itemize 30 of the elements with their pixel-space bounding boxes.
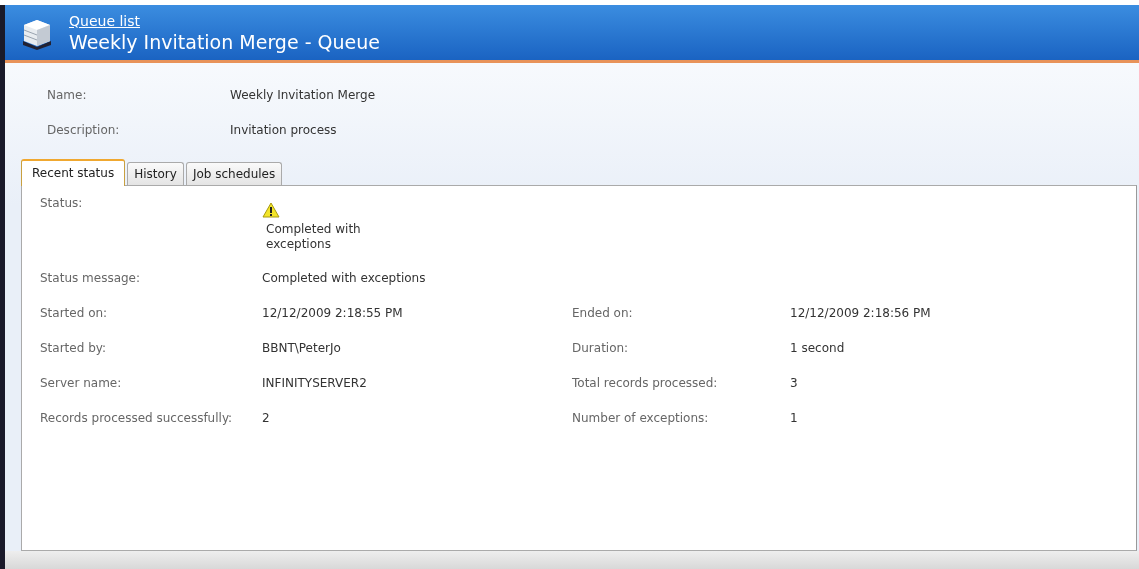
field-value: 1 bbox=[790, 410, 799, 425]
field-value: BBNT\PeterJo bbox=[262, 340, 342, 355]
field-value: 12/12/2009 2:18:55 PM bbox=[262, 305, 404, 320]
status-text: Completed with exceptions bbox=[265, 222, 362, 252]
field-label: Number of exceptions: bbox=[572, 410, 710, 425]
field-label: Records processed successfully: bbox=[40, 410, 234, 425]
field-label: Name: bbox=[46, 87, 88, 102]
field-value: Completed with exceptions bbox=[262, 270, 427, 285]
queue-list-link[interactable]: Queue list bbox=[69, 12, 140, 29]
field-value: Weekly Invitation Merge bbox=[230, 87, 376, 102]
field-label: Started on: bbox=[40, 305, 109, 320]
field-label: Server name: bbox=[40, 375, 123, 390]
field-label: Started by: bbox=[40, 340, 108, 355]
field-label: Status message: bbox=[40, 270, 142, 285]
field-value: 1 second bbox=[790, 340, 846, 355]
field-value: INFINITYSERVER2 bbox=[262, 375, 368, 390]
tab[interactable]: History bbox=[127, 162, 184, 185]
field-label: Status: bbox=[40, 195, 84, 210]
page-title: Weekly Invitation Merge - Queue bbox=[69, 30, 380, 53]
tab[interactable]: Job schedules bbox=[185, 162, 283, 185]
field-label: Total records processed: bbox=[572, 375, 719, 390]
field-label: Ended on: bbox=[572, 305, 634, 320]
warning-icon bbox=[262, 202, 280, 218]
field-label: Description: bbox=[46, 122, 121, 137]
field-value: Invitation process bbox=[230, 122, 337, 137]
field-value: 2 bbox=[262, 410, 271, 425]
field-label: Duration: bbox=[572, 340, 630, 355]
field-value: 3 bbox=[790, 375, 799, 390]
field-value: 12/12/2009 2:18:56 PM bbox=[790, 305, 932, 320]
tab[interactable]: Recent status bbox=[21, 159, 126, 186]
